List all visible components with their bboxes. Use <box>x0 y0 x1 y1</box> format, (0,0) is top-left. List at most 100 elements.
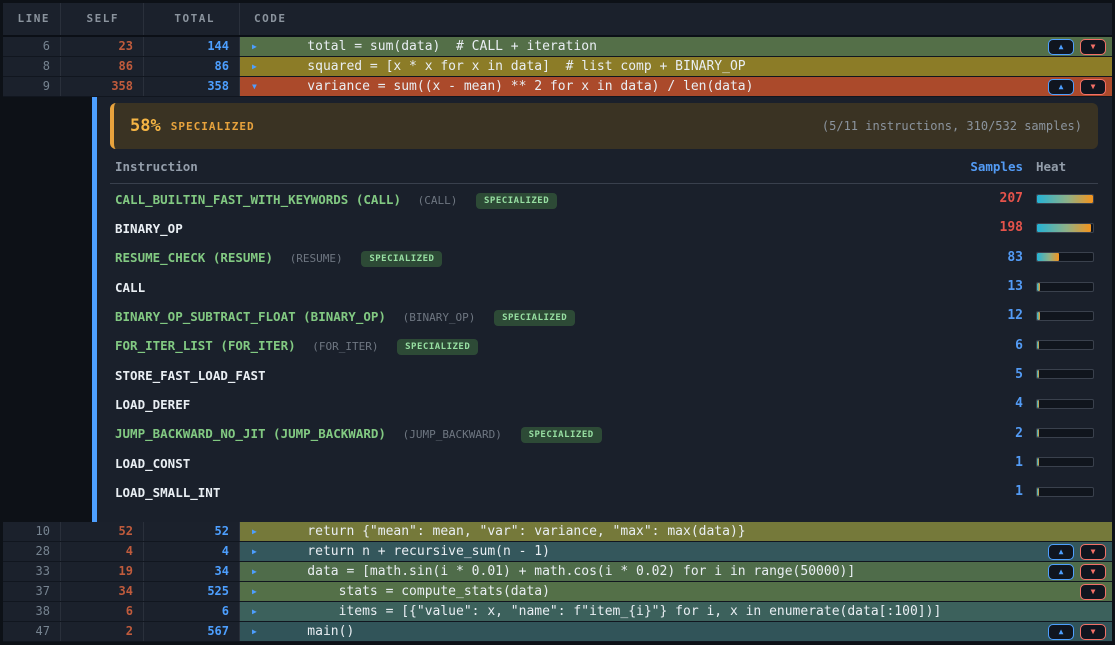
expand-triangle-icon[interactable]: ▶ <box>252 628 264 636</box>
code-line-row[interactable]: 38 6 6 ▶ items = [{"value": x, "name": f… <box>3 602 1112 622</box>
col-header-line[interactable]: LINE <box>3 3 61 35</box>
code-line-row[interactable]: 8 86 86 ▶ squared = [x * x for x in data… <box>3 57 1112 77</box>
instruction-name-cell: BINARY_OP_SUBTRACT_FLOAT (BINARY_OP) (BI… <box>110 306 933 326</box>
heat-bar-fill <box>1037 312 1040 320</box>
instruction-sample-count: 5 <box>933 367 1023 382</box>
instruction-row: LOAD_CONST 1 <box>110 448 1098 477</box>
panel-content: 58% SPECIALIZED (5/11 instructions, 310/… <box>97 97 1112 522</box>
expand-triangle-icon[interactable]: ▼ <box>252 83 264 91</box>
code-cell: ▶ data = [math.sin(i * 0.01) + math.cos(… <box>240 562 1112 581</box>
heat-bar-fill <box>1037 341 1039 349</box>
heat-bar <box>1036 282 1094 292</box>
code-cell: ▶ return n + recursive_sum(n - 1) ▲ ▼ <box>240 542 1112 561</box>
instruction-base-name: (CALL) <box>418 194 458 207</box>
code-rows-bottom: 10 52 52 ▶ return {"mean": mean, "var": … <box>3 522 1112 642</box>
instruction-name-cell: FOR_ITER_LIST (FOR_ITER) (FOR_ITER) SPEC… <box>110 335 933 355</box>
heat-bar <box>1036 194 1094 204</box>
jump-down-button[interactable]: ▼ <box>1080 544 1106 560</box>
jump-up-button[interactable]: ▲ <box>1048 624 1074 640</box>
heat-bar-fill <box>1037 488 1039 496</box>
self-samples: 86 <box>61 57 144 76</box>
col-header-self[interactable]: SELF <box>61 3 144 35</box>
specialized-label: SPECIALIZED <box>171 120 255 133</box>
instruction-name-cell: LOAD_DEREF <box>110 394 933 413</box>
line-number: 9 <box>3 77 61 96</box>
code-cell: ▼ variance = sum((x - mean) ** 2 for x i… <box>240 77 1112 96</box>
instruction-name-cell: JUMP_BACKWARD_NO_JIT (JUMP_BACKWARD) (JU… <box>110 423 933 443</box>
instruction-sample-count: 1 <box>933 455 1023 470</box>
instruction-heat-cell <box>1023 428 1098 438</box>
code-line-row[interactable]: 28 4 4 ▶ return n + recursive_sum(n - 1)… <box>3 542 1112 562</box>
instruction-base-name: (JUMP_BACKWARD) <box>403 428 502 441</box>
jump-down-button[interactable]: ▼ <box>1080 624 1106 640</box>
heat-bar <box>1036 457 1094 467</box>
heat-bar <box>1036 223 1094 233</box>
instruction-row: JUMP_BACKWARD_NO_JIT (JUMP_BACKWARD) (JU… <box>110 418 1098 447</box>
instruction-heat-cell <box>1023 487 1098 497</box>
instruction-name: BINARY_OP_SUBTRACT_FLOAT (BINARY_OP) <box>115 309 386 324</box>
line-number: 8 <box>3 57 61 76</box>
total-samples: 52 <box>144 522 240 541</box>
col-header-total[interactable]: TOTAL <box>144 3 240 35</box>
instruction-heat-cell <box>1023 457 1098 467</box>
code-line-row[interactable]: 6 23 144 ▶ total = sum(data) # CALL + it… <box>3 37 1112 57</box>
expand-triangle-icon[interactable]: ▶ <box>252 63 264 71</box>
code-line-row[interactable]: 9 358 358 ▼ variance = sum((x - mean) **… <box>3 77 1112 97</box>
expand-triangle-icon[interactable]: ▶ <box>252 43 264 51</box>
instruction-name: CALL_BUILTIN_FAST_WITH_KEYWORDS (CALL) <box>115 192 401 207</box>
instruction-row: RESUME_CHECK (RESUME) (RESUME) SPECIALIZ… <box>110 243 1098 272</box>
heat-bar-fill <box>1037 370 1039 378</box>
jump-down-button[interactable]: ▼ <box>1080 39 1106 55</box>
instruction-name: RESUME_CHECK (RESUME) <box>115 250 273 265</box>
code-rows-top: 6 23 144 ▶ total = sum(data) # CALL + it… <box>3 37 1112 97</box>
line-number: 10 <box>3 522 61 541</box>
expand-triangle-icon[interactable]: ▶ <box>252 528 264 536</box>
expand-triangle-icon[interactable]: ▶ <box>252 548 264 556</box>
jump-up-button[interactable]: ▲ <box>1048 39 1074 55</box>
expand-triangle-icon[interactable]: ▶ <box>252 588 264 596</box>
expand-triangle-icon[interactable]: ▶ <box>252 568 264 576</box>
jump-down-button[interactable]: ▼ <box>1080 584 1106 600</box>
instruction-table-header: Instruction Samples Heat <box>110 149 1098 184</box>
instruction-row: FOR_ITER_LIST (FOR_ITER) (FOR_ITER) SPEC… <box>110 330 1098 359</box>
instruction-name: BINARY_OP <box>115 221 183 236</box>
jump-down-button[interactable]: ▼ <box>1080 79 1106 95</box>
total-samples: 567 <box>144 622 240 641</box>
col-header-instruction: Instruction <box>110 159 933 174</box>
total-samples: 6 <box>144 602 240 621</box>
instruction-name-cell: RESUME_CHECK (RESUME) (RESUME) SPECIALIZ… <box>110 247 933 267</box>
code-line-row[interactable]: 37 34 525 ▶ stats = compute_stats(data) … <box>3 582 1112 602</box>
line-number: 38 <box>3 602 61 621</box>
total-samples: 525 <box>144 582 240 601</box>
instruction-sample-count: 4 <box>933 396 1023 411</box>
expand-triangle-icon[interactable]: ▶ <box>252 608 264 616</box>
instruction-base-name: (FOR_ITER) <box>312 340 378 353</box>
instruction-name-cell: BINARY_OP <box>110 218 933 237</box>
instruction-sample-count: 198 <box>933 220 1023 235</box>
instruction-row: LOAD_DEREF 4 <box>110 389 1098 418</box>
code-line-row[interactable]: 47 2 567 ▶ main() ▲ ▼ <box>3 622 1112 642</box>
row-nav-buttons: ▲ ▼ <box>1080 584 1112 600</box>
code-cell: ▶ squared = [x * x for x in data] # list… <box>240 57 1112 76</box>
jump-up-button[interactable]: ▲ <box>1048 79 1074 95</box>
instruction-sample-count: 83 <box>933 250 1023 265</box>
source-code-text: main() <box>276 624 354 639</box>
heat-bar-fill <box>1037 253 1059 261</box>
self-samples: 4 <box>61 542 144 561</box>
col-header-samples[interactable]: Samples <box>933 159 1023 174</box>
code-line-row[interactable]: 33 19 34 ▶ data = [math.sin(i * 0.01) + … <box>3 562 1112 582</box>
self-samples: 19 <box>61 562 144 581</box>
specialization-banner: 58% SPECIALIZED (5/11 instructions, 310/… <box>110 103 1098 149</box>
line-number: 6 <box>3 37 61 56</box>
instruction-name-cell: CALL_BUILTIN_FAST_WITH_KEYWORDS (CALL) (… <box>110 189 933 209</box>
row-nav-buttons: ▲ ▼ <box>1048 79 1112 95</box>
jump-up-button[interactable]: ▲ <box>1048 564 1074 580</box>
self-samples: 2 <box>61 622 144 641</box>
specialized-badge: SPECIALIZED <box>494 310 575 326</box>
jump-up-button[interactable]: ▲ <box>1048 544 1074 560</box>
self-samples: 6 <box>61 602 144 621</box>
line-number: 28 <box>3 542 61 561</box>
jump-down-button[interactable]: ▼ <box>1080 564 1106 580</box>
code-line-row[interactable]: 10 52 52 ▶ return {"mean": mean, "var": … <box>3 522 1112 542</box>
instruction-name: LOAD_DEREF <box>115 397 190 412</box>
